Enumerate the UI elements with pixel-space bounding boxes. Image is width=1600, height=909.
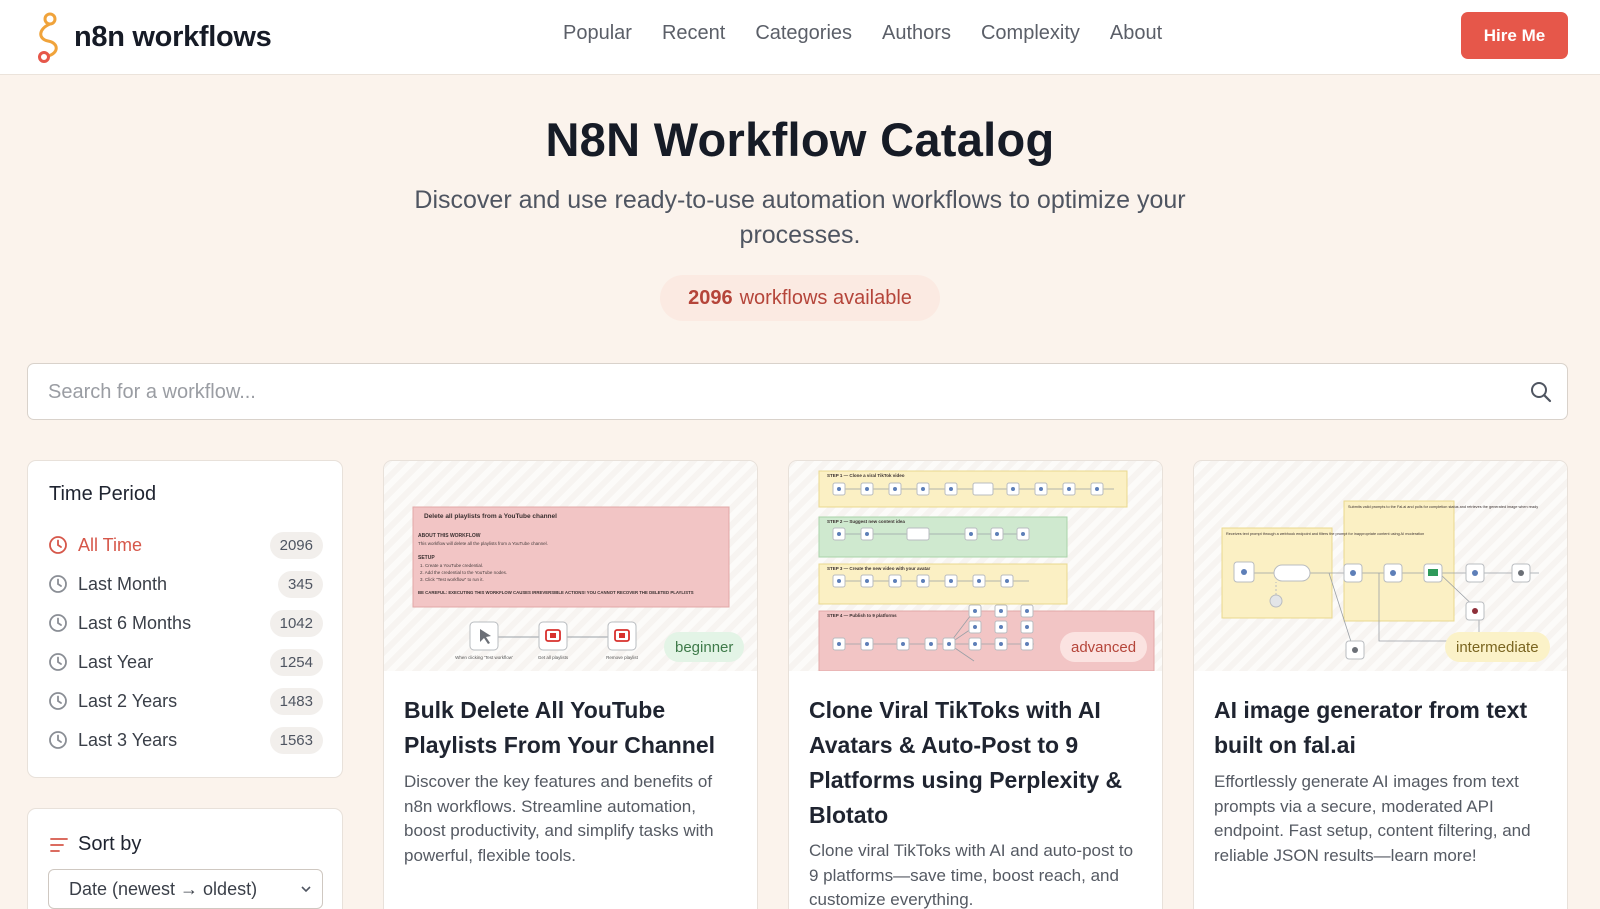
nav-complexity[interactable]: Complexity bbox=[981, 22, 1080, 45]
search-icon[interactable] bbox=[1529, 380, 1553, 404]
period-all-time[interactable]: All Time 2096 bbox=[48, 527, 323, 563]
period-last-3-years[interactable]: Last 3 Years 1563 bbox=[48, 722, 323, 758]
nav-authors[interactable]: Authors bbox=[882, 22, 951, 45]
top-navbar: n8n workflows Popular Recent Categories … bbox=[0, 0, 1600, 75]
card-title[interactable]: Clone Viral TikToks with AI Avatars & Au… bbox=[809, 693, 1149, 833]
period-count: 1563 bbox=[269, 726, 323, 754]
brand-name: n8n workflows bbox=[74, 20, 272, 53]
card-description: Effortlessly generate AI images from tex… bbox=[1214, 772, 1531, 865]
workflow-count-label: workflows available bbox=[739, 286, 912, 309]
period-count: 345 bbox=[277, 570, 323, 598]
period-label: Last 2 Years bbox=[78, 690, 178, 711]
chevron-down-icon bbox=[301, 886, 311, 893]
card-title[interactable]: AI image generator from text built on fa… bbox=[1214, 693, 1554, 763]
clock-icon bbox=[49, 575, 67, 593]
sort-icon bbox=[50, 838, 68, 852]
search-input[interactable] bbox=[48, 372, 1488, 412]
card-description: Discover the key features and benefits o… bbox=[404, 772, 714, 865]
thumb-node-label: Remove playlist bbox=[606, 655, 639, 660]
sort-title: Sort by bbox=[78, 833, 142, 855]
period-count: 1254 bbox=[269, 648, 323, 676]
thumb-note: Receives text prompt through a webhook e… bbox=[1226, 532, 1424, 536]
brand[interactable]: n8n workflows bbox=[34, 10, 272, 64]
thumb-about: ABOUT THIS WORKFLOW bbox=[418, 533, 481, 539]
clock-icon bbox=[49, 536, 67, 554]
thumb-node-label: When clicking 'Test workflow' bbox=[455, 655, 513, 660]
nav-recent[interactable]: Recent bbox=[662, 22, 725, 45]
period-last-6-months[interactable]: Last 6 Months 1042 bbox=[48, 605, 323, 641]
thumb-step: 1. Create a YouTube credential. bbox=[420, 563, 483, 568]
thumb-setup: SETUP bbox=[418, 555, 435, 561]
thumb-about-line: This workflow will delete all the playli… bbox=[418, 541, 548, 546]
sort-selected-value: Date (newest → oldest) bbox=[69, 878, 258, 899]
time-period-title: Time Period bbox=[49, 483, 157, 505]
period-label: Last 6 Months bbox=[78, 612, 192, 633]
workflow-card[interactable]: Receives text prompt through a webhook e… bbox=[1193, 460, 1568, 909]
thumb-step-label: STEP 2 — Suggest new content idea bbox=[827, 519, 905, 524]
thumb-step-label: STEP 4 — Publish to 9 platforms bbox=[827, 613, 897, 618]
complexity-badge: advanced bbox=[1060, 632, 1148, 662]
period-label: Last 3 Years bbox=[78, 729, 178, 750]
thumb-step-label: STEP 1 — Clone a viral TikTok video bbox=[827, 473, 905, 478]
card-description: Clone viral TikToks with AI and auto-pos… bbox=[809, 841, 1134, 909]
hire-me-button[interactable]: Hire Me bbox=[1461, 12, 1568, 59]
period-last-year[interactable]: Last Year 1254 bbox=[48, 644, 323, 680]
thumb-note: Submits valid prompts to the Fal.ai and … bbox=[1348, 505, 1538, 509]
clock-icon bbox=[49, 614, 67, 632]
period-last-2-years[interactable]: Last 2 Years 1483 bbox=[48, 683, 323, 719]
nav-about[interactable]: About bbox=[1110, 22, 1162, 45]
nav-popular[interactable]: Popular bbox=[563, 22, 632, 45]
clock-icon bbox=[49, 653, 67, 671]
search-bar bbox=[27, 363, 1568, 420]
thumb-warning: BE CAREFUL: EXECUTING THIS WORKFLOW CAUS… bbox=[418, 590, 694, 595]
thumb-step: 2. Add the credential to the YouTube nod… bbox=[420, 570, 507, 575]
n8n-logo-icon bbox=[38, 12, 58, 63]
workflow-card[interactable]: STEP 1 — Clone a viral TikTok video STEP… bbox=[788, 460, 1163, 909]
period-count: 2096 bbox=[269, 531, 323, 559]
period-label: All Time bbox=[78, 534, 143, 555]
sort-panel: Sort by Date (newest → oldest) bbox=[27, 808, 343, 909]
sort-select[interactable]: Date (newest → oldest) bbox=[48, 869, 323, 909]
thumb-note-title: Delete all playlists from a YouTube chan… bbox=[424, 513, 557, 520]
clock-icon bbox=[49, 692, 67, 710]
time-period-filter: Time Period All Time 2096 Last Month 345… bbox=[27, 460, 343, 778]
thumb-step-label: STEP 3 — Create the new video with your … bbox=[827, 566, 930, 571]
main-nav: Popular Recent Categories Authors Comple… bbox=[563, 22, 1162, 45]
page-title: N8N Workflow Catalog bbox=[545, 113, 1055, 166]
complexity-badge: intermediate bbox=[1445, 632, 1550, 662]
thumb-step: 3. Click "Test workflow" to run it. bbox=[420, 577, 484, 582]
period-label: Last Year bbox=[78, 651, 154, 672]
period-label: Last Month bbox=[78, 573, 168, 594]
page-subtitle: Discover and use ready-to-use automation… bbox=[414, 186, 1186, 249]
workflow-card[interactable]: Delete all playlists from a YouTube chan… bbox=[383, 460, 758, 909]
period-count: 1483 bbox=[269, 687, 323, 715]
thumb-node-label: Get all playlists bbox=[538, 655, 569, 660]
workflow-count: 2096 bbox=[688, 286, 733, 309]
workflow-count-badge: 2096 workflows available bbox=[660, 275, 940, 321]
period-count: 1042 bbox=[269, 609, 323, 637]
card-title[interactable]: Bulk Delete All YouTube Playlists From Y… bbox=[404, 693, 744, 763]
nav-categories[interactable]: Categories bbox=[755, 22, 852, 45]
clock-icon bbox=[49, 731, 67, 749]
period-last-month[interactable]: Last Month 345 bbox=[48, 566, 323, 602]
complexity-badge: beginner bbox=[664, 632, 745, 662]
